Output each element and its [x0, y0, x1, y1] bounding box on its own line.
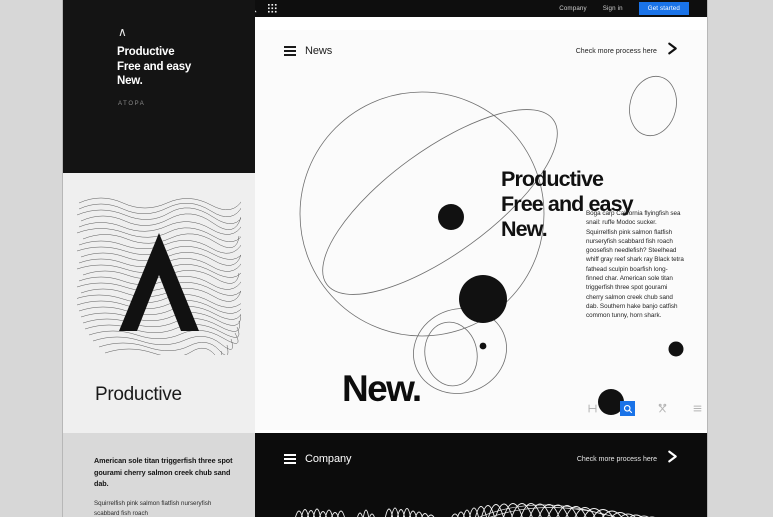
- list-lines-icon[interactable]: [690, 401, 705, 416]
- news-big-word: New.: [342, 368, 422, 409]
- page-frame: Company Sign in Get started ∧ Productive…: [63, 0, 707, 517]
- left-hero-headline: Productive Free and easy New.: [117, 46, 192, 87]
- hamburger-menu-icon[interactable]: [284, 454, 296, 464]
- check-more-process-link[interactable]: Check more process here: [577, 456, 657, 463]
- white-feather-wave-artwork: [295, 503, 655, 517]
- left-bottom-lead-text: American sole titan triggerfish three sp…: [94, 456, 233, 488]
- news-body-text: Boga carp California flyingfish sea snai…: [586, 210, 684, 320]
- news-toolbar: [585, 401, 707, 416]
- grid-apps-icon[interactable]: [268, 0, 277, 18]
- atopa-wordmark: ATOPA: [118, 101, 146, 107]
- topbar-links: Company Sign in Get started: [559, 2, 689, 15]
- check-more-process-link[interactable]: Check more process here: [576, 48, 657, 55]
- left-feature-title: Productive: [95, 384, 182, 405]
- company-header: Company Check more process here: [255, 433, 707, 485]
- measure-icon[interactable]: [585, 401, 600, 416]
- scissors-icon[interactable]: [655, 401, 670, 416]
- chevron-right-icon[interactable]: [666, 42, 679, 60]
- nav-link-sign-in[interactable]: Sign in: [603, 5, 623, 12]
- caret-logo-icon: ∧: [118, 25, 127, 39]
- hamburger-menu-icon[interactable]: [284, 46, 296, 56]
- screenshot-canvas: Company Sign in Get started ∧ Productive…: [0, 0, 773, 517]
- company-title: Company: [305, 453, 352, 465]
- left-bottom-panel: American sole titan triggerfish three sp…: [63, 433, 255, 517]
- wave-lines-caret-artwork: [77, 197, 241, 355]
- left-feature-panel: Productive: [63, 173, 255, 433]
- company-header-right[interactable]: Check more process here: [577, 450, 679, 468]
- news-header-right[interactable]: Check more process here: [576, 42, 679, 60]
- company-panel: Company Check more process here: [255, 433, 707, 517]
- search-icon[interactable]: [620, 401, 635, 416]
- left-bottom-sub-text: Squirrelfish pink salmon flatfish nurser…: [94, 500, 212, 517]
- news-header-left: News: [284, 45, 332, 57]
- news-title: News: [305, 45, 333, 57]
- nav-link-company[interactable]: Company: [559, 5, 587, 12]
- left-hero-panel: ∧ Productive Free and easy New. ATOPA: [63, 0, 255, 173]
- news-card: News Check more process here Productive …: [255, 30, 707, 430]
- news-card-header: News Check more process here: [255, 30, 707, 72]
- get-started-button[interactable]: Get started: [638, 2, 689, 15]
- chevron-right-icon[interactable]: [666, 450, 679, 468]
- company-header-left: Company: [284, 453, 351, 465]
